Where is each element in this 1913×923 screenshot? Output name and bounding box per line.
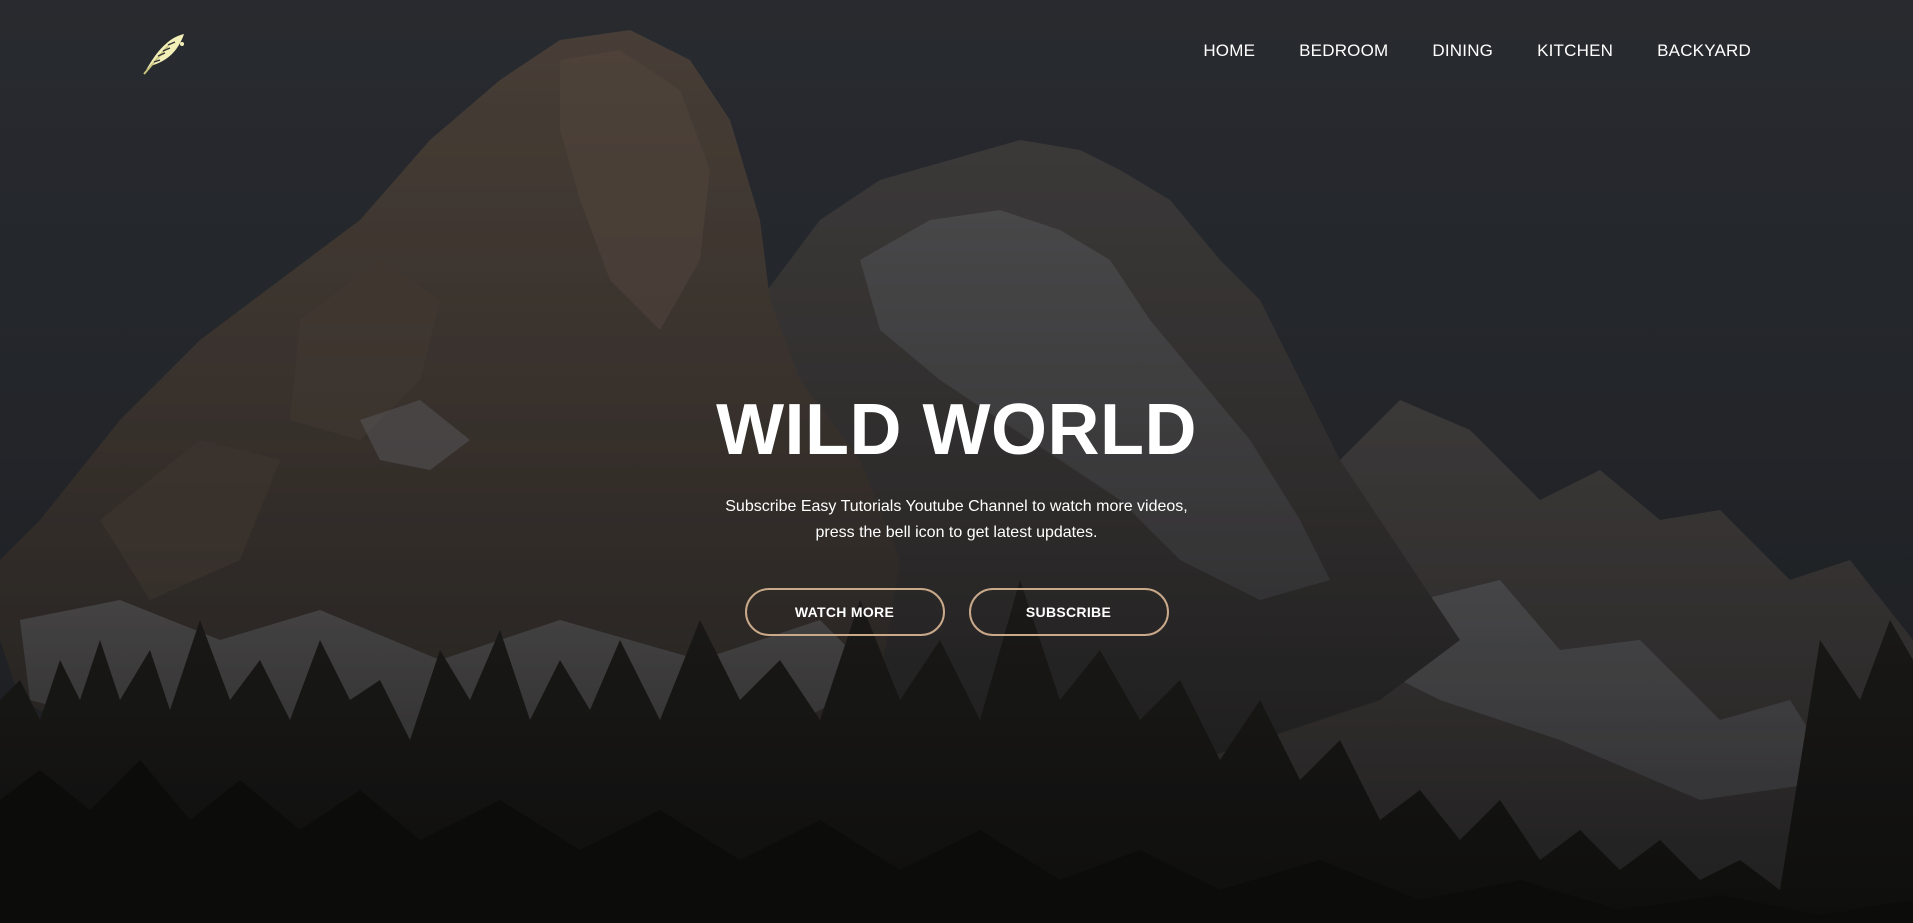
top-navigation: HOME BEDROOM DINING KITCHEN BACKYARD xyxy=(0,0,1913,100)
hero-content: WILD WORLD Subscribe Easy Tutorials Yout… xyxy=(0,390,1913,636)
hero-section: HOME BEDROOM DINING KITCHEN BACKYARD WIL… xyxy=(0,0,1913,923)
menu-item-bedroom: BEDROOM xyxy=(1299,41,1388,61)
menu-item-dining: DINING xyxy=(1432,41,1493,61)
feather-icon[interactable] xyxy=(138,26,190,78)
watch-more-button[interactable]: WATCH MORE xyxy=(744,588,945,636)
hero-buttons: WATCH MORE SUBSCRIBE xyxy=(0,588,1913,636)
menu-item-home: HOME xyxy=(1203,41,1255,61)
nav-link-home[interactable]: HOME xyxy=(1203,41,1255,60)
nav-link-backyard[interactable]: BACKYARD xyxy=(1657,41,1751,60)
menu-item-backyard: BACKYARD xyxy=(1657,41,1751,61)
hero-title: WILD WORLD xyxy=(716,390,1197,470)
nav-link-bedroom[interactable]: BEDROOM xyxy=(1299,41,1388,60)
nav-link-dining[interactable]: DINING xyxy=(1432,41,1493,60)
subscribe-button[interactable]: SUBSCRIBE xyxy=(968,588,1169,636)
hero-subtitle: Subscribe Easy Tutorials Youtube Channel… xyxy=(725,498,1188,541)
menu-item-kitchen: KITCHEN xyxy=(1537,41,1613,61)
nav-link-kitchen[interactable]: KITCHEN xyxy=(1537,41,1613,60)
main-menu: HOME BEDROOM DINING KITCHEN BACKYARD xyxy=(1159,41,1751,61)
